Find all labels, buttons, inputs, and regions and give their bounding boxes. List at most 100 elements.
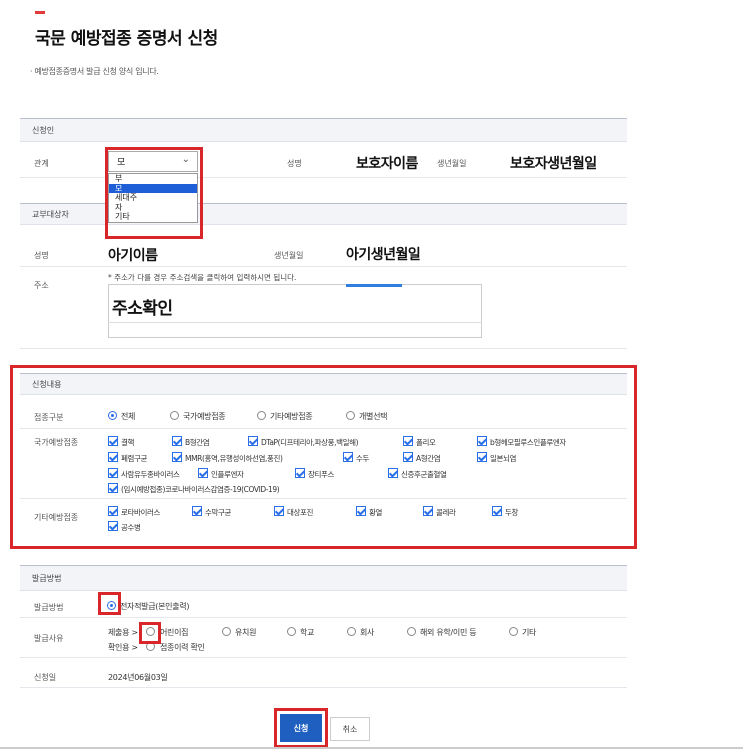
address-search-button[interactable] [346,284,402,287]
page-description: · 예방접종증명서 발급 신청 양식 입니다. [30,67,159,76]
other-checkbox[interactable] [274,506,284,516]
reason-option-label: 학교 [300,628,315,637]
reason-option-label: 어린이집 [160,628,189,637]
reason-label: 발급사유 [34,634,64,643]
reason-radio-other[interactable] [509,627,518,636]
other-item-label: 수막구균 [205,508,231,517]
national-item-label: MMR(홍역,유행성이하선염,풍진) [185,454,283,463]
applicant-name-value: 보호자이름 [356,156,418,172]
date-label: 신청일 [34,673,57,682]
row-divider [20,498,627,499]
national-item-label: 수두 [356,454,369,463]
bottom-divider [0,747,743,749]
type-radio-national[interactable] [170,411,179,420]
row-divider [20,687,627,688]
national-checkbox[interactable] [295,468,305,478]
applicant-birth-label: 생년월일 [437,159,467,168]
address-value: 주소확인 [112,299,173,319]
national-checkbox[interactable] [172,452,182,462]
type-option-label: 기타예방접종 [270,412,313,421]
national-checkbox[interactable] [108,468,118,478]
other-checkbox[interactable] [423,506,433,516]
page-title: 국문 예방접종 증명서 신청 [35,29,218,49]
national-item-label: 일본뇌염 [490,454,516,463]
national-checkbox[interactable] [403,452,413,462]
applicant-name-label: 성명 [287,159,302,168]
national-item-label: (임시예방접종)코로나바이러스감염증-19(COVID-19) [121,485,280,494]
reason-option-label: 회사 [360,628,375,637]
relation-label: 관계 [34,159,49,168]
reason-radio-kindergarten[interactable] [222,627,231,636]
national-item-label: 결핵 [121,438,134,447]
reason-radio-company[interactable] [347,627,356,636]
reason-radio-school[interactable] [287,627,296,636]
other-checkbox[interactable] [108,521,118,531]
reason-option-label: 해외 유학/이민 등 [420,628,477,637]
national-checkbox[interactable] [388,468,398,478]
other-checkbox[interactable] [108,506,118,516]
national-checkbox[interactable] [172,436,182,446]
national-label: 국가예방접종 [34,438,79,447]
other-checkbox[interactable] [492,506,502,516]
other-item-label: 공수병 [121,523,141,532]
national-checkbox[interactable] [198,468,208,478]
highlight-method-radio [98,592,121,615]
title-accent-bar [35,11,45,14]
national-item-label: 신증후군출혈열 [401,470,447,479]
row-divider [20,657,627,658]
national-checkbox[interactable] [108,483,118,493]
reason-radio-abroad[interactable] [407,627,416,636]
type-option-label: 전체 [121,412,136,421]
other-checkbox[interactable] [356,506,366,516]
method-label: 발급방법 [34,603,64,612]
reason-option-label: 유치원 [235,628,257,637]
section-header-issuance: 발급방법 [20,565,627,591]
national-checkbox[interactable] [108,436,118,446]
national-item-label: 사람유두종바이러스 [121,470,180,479]
national-item-label: 폐렴구균 [121,454,147,463]
national-checkbox[interactable] [248,436,258,446]
national-checkbox[interactable] [343,452,353,462]
subject-name-label: 성명 [34,251,49,260]
highlight-relation [105,147,203,239]
row-divider [20,348,627,349]
subject-name-value: 아기이름 [108,248,158,264]
national-item-label: 인플루엔자 [211,470,244,479]
row-divider [20,266,627,267]
other-item-label: 두창 [505,508,518,517]
address-divider [108,322,482,323]
type-label: 접종구분 [34,413,64,422]
type-radio-individual[interactable] [346,411,355,420]
row-divider [20,428,627,429]
address-label: 주소 [34,281,49,290]
national-item-label: b형헤모필루스인플루엔자 [490,438,566,447]
reason-option-label: 접종이력 확인 [160,643,205,652]
national-checkbox[interactable] [403,436,413,446]
type-option-label: 국가예방접종 [183,412,226,421]
type-radio-other[interactable] [257,411,266,420]
section-header-request: 신청내용 [20,373,627,395]
cancel-button[interactable]: 취소 [330,717,370,741]
reason-prefix-confirm: 확인용 > [108,643,138,652]
national-checkbox[interactable] [477,452,487,462]
type-radio-all[interactable] [108,411,117,420]
reason-prefix-submit: 제출용 > [108,628,138,637]
reason-option-label: 기타 [522,628,537,637]
other-item-label: 황열 [369,508,382,517]
subject-birth-value: 아기생년월일 [346,247,421,263]
address-note: * 주소가 다를 경우 주소검색을 클릭하여 입력하시면 됩니다. [108,273,297,282]
national-item-label: A형간염 [416,454,441,463]
date-value: 2024년06월03일 [108,673,168,682]
national-checkbox[interactable] [477,436,487,446]
method-value: 전자적발급(본인출력) [120,602,190,611]
type-option-label: 개별선택 [359,412,388,421]
row-divider [20,617,627,618]
national-item-label: DTaP(디프테리아,파상풍,백일해) [261,438,359,447]
highlight-reason-radio [139,622,161,644]
national-item-label: B형간염 [185,438,210,447]
other-item-label: 대상포진 [287,508,313,517]
other-checkbox[interactable] [192,506,202,516]
national-checkbox[interactable] [108,452,118,462]
other-label: 기타예방접종 [34,513,79,522]
national-item-label: 장티푸스 [308,470,334,479]
